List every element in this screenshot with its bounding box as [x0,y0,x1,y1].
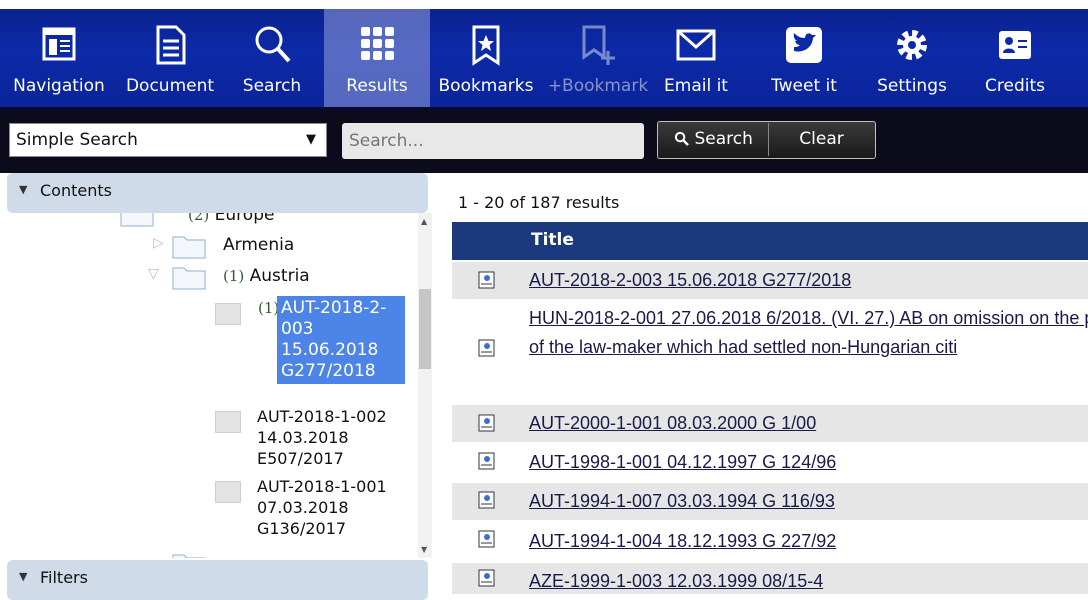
web-document-icon [478,530,495,548]
web-document-icon [478,569,495,587]
search-mode-value: Simple Search [16,130,138,150]
navigation-button[interactable]: Navigation [4,9,114,107]
result-link[interactable]: AUT-1994-1-004 18.12.1993 G 227/92 [529,531,836,552]
search-button[interactable]: Search [659,123,769,156]
folder-icon [172,554,206,558]
web-document-icon [478,491,495,509]
toolbar-label: +Bookmark [547,76,649,96]
search-icon [674,131,690,146]
twitter-icon [786,27,822,63]
search-button-group: Search Clear [657,121,876,159]
result-link[interactable]: AUT-1998-1-001 04.12.1997 G 124/96 [529,452,836,473]
main-toolbar: Navigation Document Search Results Bookm… [0,0,1088,111]
toolbar-label: Email it [664,76,728,96]
toolbar-label: Results [346,76,408,96]
folder-open-icon [172,267,206,290]
tweet-button[interactable]: Tweet it [758,9,850,107]
web-document-icon [478,414,495,432]
toolbar-label: Tweet it [771,76,837,96]
credits-button[interactable]: Credits [972,9,1058,107]
scroll-up-icon[interactable]: ▲ [421,217,427,226]
result-link[interactable]: AZE-1999-1-003 12.03.1999 08/15-4 [529,571,823,592]
table-row: AUT-1994-1-004 18.12.1993 G 227/92 [452,523,1088,559]
table-row: AZE-1999-1-003 12.03.1999 08/15-4 [452,563,1088,594]
left-panel: (2) Europe ▷ Armenia ▽ (1) Austria (1) A… [0,173,435,600]
document-icon [215,303,241,325]
scroll-down-icon[interactable]: ▼ [421,545,427,554]
column-title: Title [531,230,574,250]
web-document-icon [478,271,495,289]
result-link[interactable]: AUT-2018-2-003 15.06.2018 G277/2018 [529,270,851,291]
tree-doc-selected[interactable]: AUT-2018-2-003 15.06.2018 G277/2018 [277,296,405,384]
email-icon [676,29,716,61]
table-row: AUT-2018-2-003 15.06.2018 G277/2018 [452,262,1088,299]
expand-arrow-icon[interactable]: ▷ [153,235,164,251]
bookmark-icon [472,25,500,66]
settings-button[interactable]: Settings [860,9,964,107]
document-icon [156,25,186,65]
toolbar-label: Search [242,76,302,96]
search-mode-select[interactable]: Simple Search ▼ [9,123,327,157]
results-summary: 1 - 20 of 187 results [458,193,620,212]
filters-panel-header[interactable]: ▼ Filters [7,560,428,600]
table-row: AUT-1998-1-001 04.12.1997 G 124/96 [452,445,1088,481]
search-toolbar-button[interactable]: Search [228,9,316,107]
navigation-icon [42,27,76,61]
result-link[interactable]: AUT-2000-1-001 08.03.2000 G 1/00 [529,413,816,434]
toolbar-label: Document [125,76,215,96]
folder-icon [172,236,206,259]
search-button-label: Search [694,129,753,149]
results-button[interactable]: Results [324,9,430,107]
gear-icon [897,30,927,60]
web-document-icon [478,452,495,470]
collapse-triangle-icon: ▼ [19,183,28,196]
toolbar-label: Bookmarks [438,76,534,96]
document-button[interactable]: Document [114,9,226,107]
tree-scrollbar[interactable]: ▲ ▼ [418,213,432,558]
clear-button-label: Clear [799,129,844,149]
add-bookmark-button[interactable]: +Bookmark [540,9,656,107]
result-link[interactable]: AUT-1994-1-007 03.03.1994 G 116/93 [529,491,835,512]
results-grid-icon [361,27,394,60]
toolbar-label: Settings [877,76,947,96]
credits-icon [999,31,1031,59]
contents-panel-header[interactable]: ▼ Contents [7,173,428,213]
contents-tree: (2) Europe ▷ Armenia ▽ (1) Austria (1) A… [0,213,428,558]
table-row: AUT-2000-1-001 08.03.2000 G 1/00 [452,405,1088,442]
folder-open-icon [120,213,154,227]
scrollbar-thumb[interactable] [419,289,431,369]
tree-node-armenia[interactable]: Armenia [223,235,294,255]
email-button[interactable]: Email it [656,9,736,107]
tree-doc[interactable]: AUT-2018-1-001 07.03.2018 G136/2017 [257,476,407,539]
web-document-icon [478,339,495,357]
tree-node-europe[interactable]: (2) Europe [188,213,274,225]
toolbar-label: Navigation [13,76,105,96]
clear-button[interactable]: Clear [769,123,874,156]
table-row: HUN-2018-2-001 27.06.2018 6/2018. (VI. 2… [452,301,1088,397]
search-bar: Simple Search ▼ Search Clear [0,111,1088,173]
tree-node-austria[interactable]: (1) Austria [223,266,310,286]
toolbar-label: Credits [985,76,1045,96]
search-icon [255,26,291,63]
results-pane: 1 - 20 of 187 results Title AUT-2018-2-0… [452,173,1088,594]
collapse-triangle-icon: ▼ [19,570,28,583]
bookmarks-button[interactable]: Bookmarks [434,9,538,107]
document-icon [215,411,241,433]
collapse-arrow-icon[interactable]: ▽ [148,266,159,282]
table-row: AUT-1994-1-007 03.03.1994 G 116/93 [452,483,1088,520]
document-icon [215,481,241,503]
dropdown-arrow-icon: ▼ [306,132,316,147]
search-input[interactable] [342,123,644,159]
results-table-header: Title [452,222,1088,260]
add-bookmark-icon [582,25,615,65]
result-link[interactable]: HUN-2018-2-001 27.06.2018 6/2018. (VI. 2… [529,304,1088,362]
tree-doc[interactable]: AUT-2018-1-002 14.03.2018 E507/2017 [257,406,407,469]
